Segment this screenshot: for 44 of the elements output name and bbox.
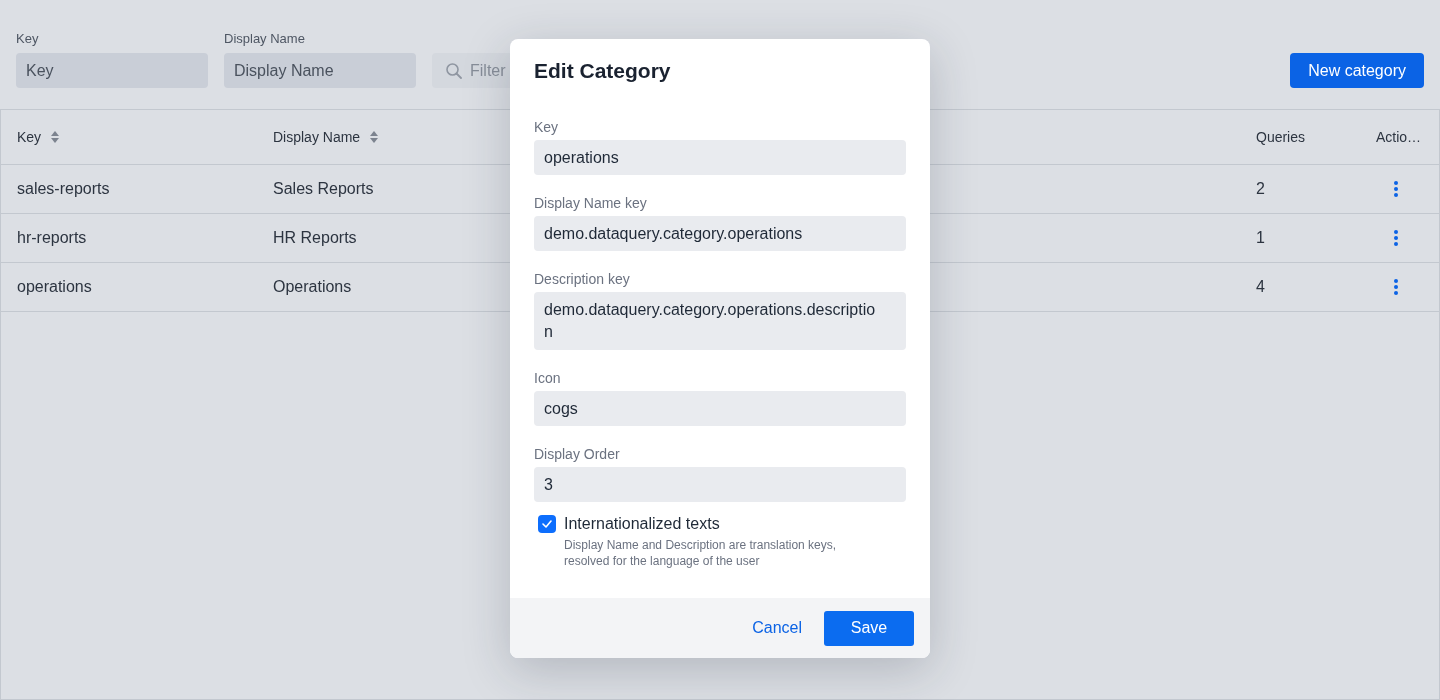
check-icon: [542, 520, 552, 528]
input-field[interactable]: 3: [534, 467, 906, 502]
checkbox-label: Internationalized texts: [564, 514, 721, 534]
table-cell: HR Reports: [273, 229, 357, 246]
dialog-title: Edit Category: [534, 58, 672, 84]
sort-icon[interactable]: [370, 131, 379, 143]
cancel-link[interactable]: Cancel: [752, 610, 802, 646]
filter-label: Key: [16, 31, 40, 47]
filter-label: Display Name: [224, 31, 306, 47]
save-button[interactable]: Save: [824, 610, 914, 646]
column-header: Actio…: [1376, 128, 1422, 147]
more-vertical-icon: [1394, 279, 1398, 295]
row-actions-button[interactable]: [1391, 228, 1401, 248]
column-header: Queries: [1256, 128, 1306, 147]
text-area[interactable]: demo.dataquery.category.operations.description: [534, 292, 906, 350]
help-text: Display Name and Description are translation keys, resolved for the language of the user: [564, 537, 838, 569]
table-cell: Operations: [273, 278, 352, 295]
table-cell: operations: [17, 278, 92, 295]
checkbox[interactable]: [538, 515, 556, 533]
table-cell: 1: [1256, 229, 1265, 246]
column-header: Key: [17, 128, 42, 147]
sort-icon[interactable]: [51, 131, 60, 143]
search-icon: [446, 63, 462, 79]
field-label: Description key: [534, 270, 631, 289]
input-field[interactable]: demo.dataquery.category.operations: [534, 216, 906, 251]
table-cell: hr-reports: [17, 229, 87, 246]
field-label: Display Name key: [534, 194, 648, 213]
more-vertical-icon: [1394, 181, 1398, 197]
input-field[interactable]: Key: [16, 53, 208, 88]
field-label: Key: [534, 118, 560, 137]
input-field[interactable]: cogs: [534, 391, 906, 426]
field-label: Icon: [534, 369, 562, 388]
table-cell: sales-reports: [17, 180, 110, 197]
column-header: Display Name: [273, 128, 361, 147]
table-cell: Sales Reports: [273, 180, 374, 197]
table-cell: 2: [1256, 180, 1265, 197]
new-category-button[interactable]: New category: [1290, 53, 1424, 88]
row-actions-button[interactable]: [1391, 277, 1401, 297]
input-field[interactable]: Display Name: [224, 53, 416, 88]
more-vertical-icon: [1394, 230, 1398, 246]
table-cell: 4: [1256, 278, 1265, 295]
input-field[interactable]: operations: [534, 140, 906, 175]
field-label: Display Order: [534, 445, 621, 464]
row-actions-button[interactable]: [1391, 179, 1401, 199]
